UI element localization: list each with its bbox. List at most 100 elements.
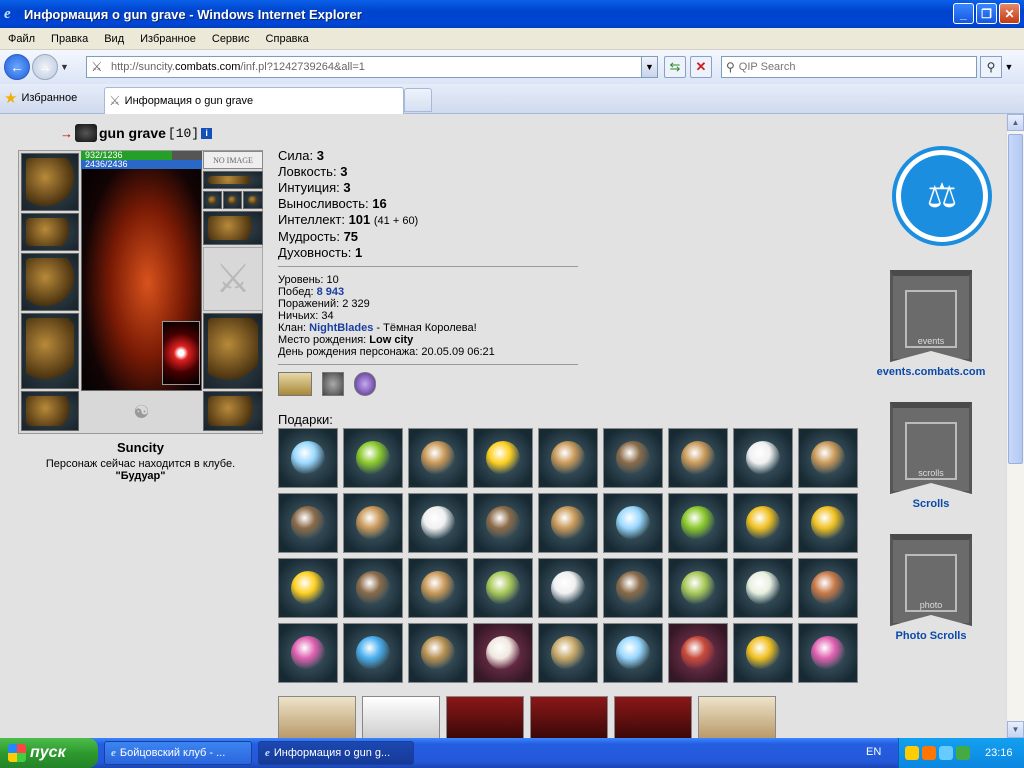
pants-slot[interactable] bbox=[203, 313, 263, 389]
gift-blue[interactable] bbox=[603, 493, 663, 553]
gift-bell[interactable] bbox=[733, 493, 793, 553]
maximize-button[interactable]: ❐ bbox=[976, 3, 997, 24]
gift-bronze[interactable] bbox=[343, 493, 403, 553]
ring-slot-1[interactable] bbox=[203, 191, 222, 209]
gift-smiley[interactable] bbox=[278, 558, 338, 618]
gift-hat[interactable] bbox=[798, 558, 858, 618]
gift-penguin[interactable] bbox=[408, 493, 468, 553]
gift-bronze[interactable] bbox=[538, 428, 598, 488]
history-dropdown-icon[interactable]: ▼ bbox=[60, 62, 72, 72]
gift-hedgehog[interactable] bbox=[603, 558, 663, 618]
tray-icon[interactable] bbox=[956, 746, 970, 760]
menu-help[interactable]: Справка bbox=[258, 33, 317, 45]
gift-hedgehog[interactable] bbox=[343, 558, 403, 618]
arrow-icon[interactable]: → bbox=[60, 126, 73, 141]
refresh-button[interactable]: ⇆ bbox=[664, 56, 686, 78]
gift-blue[interactable] bbox=[278, 428, 338, 488]
gift-hedgehog[interactable] bbox=[603, 428, 663, 488]
menu-favorites[interactable]: Избранное bbox=[132, 33, 204, 45]
gift-book[interactable] bbox=[473, 623, 533, 683]
gift-lime[interactable] bbox=[668, 493, 728, 553]
minimize-button[interactable]: _ bbox=[953, 3, 974, 24]
gift-card[interactable] bbox=[614, 696, 692, 738]
address-bar[interactable]: ⚔ http://suncity.combats.com/inf.pl?1242… bbox=[86, 56, 658, 78]
gift-card[interactable] bbox=[530, 696, 608, 738]
armor-slot[interactable] bbox=[21, 313, 79, 389]
justice-scales-icon[interactable]: ⚖ bbox=[892, 146, 992, 246]
gloves-slot[interactable] bbox=[203, 211, 263, 245]
gift-card[interactable] bbox=[446, 696, 524, 738]
orb-item[interactable] bbox=[162, 321, 200, 385]
gift-bronze[interactable] bbox=[408, 428, 468, 488]
menu-tools[interactable]: Сервис bbox=[204, 33, 258, 45]
close-button[interactable]: ✕ bbox=[999, 3, 1020, 24]
events-banner[interactable]: events events.combats.com bbox=[877, 270, 985, 378]
weapon-slot[interactable] bbox=[21, 253, 79, 311]
clan-effect-icon[interactable] bbox=[322, 372, 344, 396]
clan-emblem-icon[interactable] bbox=[75, 124, 97, 142]
ring-slot-3[interactable] bbox=[243, 191, 263, 209]
scroll-up-icon[interactable]: ▲ bbox=[1007, 114, 1024, 131]
gift-bronze[interactable] bbox=[538, 493, 598, 553]
tab-character-info[interactable]: ⚔ Информация о gun grave bbox=[104, 87, 404, 114]
gift-blue[interactable] bbox=[603, 623, 663, 683]
start-button[interactable]: пуск bbox=[0, 738, 98, 768]
gift-penguin[interactable] bbox=[538, 558, 598, 618]
gift-lime[interactable] bbox=[343, 428, 403, 488]
gift-bronze[interactable] bbox=[668, 428, 728, 488]
scroll-thumb[interactable] bbox=[1008, 134, 1023, 464]
menu-file[interactable]: Файл bbox=[0, 33, 43, 45]
tray-icon[interactable] bbox=[905, 746, 919, 760]
gift-card[interactable] bbox=[362, 696, 440, 738]
earring-slot[interactable] bbox=[203, 171, 263, 189]
gift-drum[interactable] bbox=[668, 623, 728, 683]
language-indicator[interactable]: EN bbox=[866, 746, 881, 758]
new-tab-button[interactable] bbox=[404, 88, 432, 112]
search-options-icon[interactable]: ▼ bbox=[1002, 56, 1016, 78]
belt-slot[interactable] bbox=[21, 391, 79, 431]
menu-view[interactable]: Вид bbox=[96, 33, 132, 45]
gift-statue[interactable] bbox=[408, 623, 468, 683]
address-dropdown-icon[interactable]: ▼ bbox=[641, 57, 657, 77]
magic-effect-icon[interactable] bbox=[354, 372, 376, 396]
gift-hedgehog[interactable] bbox=[473, 493, 533, 553]
gift-shield[interactable] bbox=[538, 623, 598, 683]
no-image-slot[interactable]: NO IMAGE bbox=[203, 151, 263, 169]
menu-edit[interactable]: Правка bbox=[43, 33, 96, 45]
empty-weapon-slot-icon[interactable]: ⚔ bbox=[203, 247, 263, 311]
gift-penguin[interactable] bbox=[733, 428, 793, 488]
ring-effect-icon[interactable] bbox=[278, 372, 312, 396]
ring-slot-2[interactable] bbox=[223, 191, 242, 209]
helmet-slot[interactable] bbox=[21, 153, 79, 211]
gift-flower[interactable] bbox=[278, 623, 338, 683]
stop-button[interactable]: ✕ bbox=[690, 56, 712, 78]
gift-card[interactable] bbox=[278, 696, 356, 738]
favorites-button[interactable]: ★ Избранное bbox=[4, 89, 77, 107]
gift-mirror[interactable] bbox=[668, 558, 728, 618]
tray-icon[interactable] bbox=[922, 746, 936, 760]
wins-link[interactable]: 8 943 bbox=[317, 286, 345, 298]
photo-scrolls-banner[interactable]: photo Photo Scrolls bbox=[880, 534, 982, 642]
search-button[interactable]: ⚲ bbox=[980, 56, 1002, 78]
back-button[interactable]: ← bbox=[4, 54, 30, 80]
tray-icon[interactable] bbox=[939, 746, 953, 760]
scrolls-link[interactable]: Scrolls bbox=[913, 498, 950, 510]
gift-ball[interactable] bbox=[733, 558, 793, 618]
search-input[interactable] bbox=[738, 61, 959, 73]
boots-slot[interactable] bbox=[203, 391, 263, 431]
gift-bronze[interactable] bbox=[408, 558, 468, 618]
vertical-scrollbar[interactable]: ▲ ▼ bbox=[1006, 114, 1024, 738]
gift-smiley[interactable] bbox=[473, 428, 533, 488]
events-link[interactable]: events.combats.com bbox=[877, 366, 986, 378]
info-icon[interactable]: i bbox=[201, 127, 213, 139]
address-url[interactable]: http://suncity.combats.com/inf.pl?124273… bbox=[111, 61, 365, 73]
gift-hedgehog[interactable] bbox=[278, 493, 338, 553]
gift-mirror[interactable] bbox=[473, 558, 533, 618]
gift-flower[interactable] bbox=[798, 623, 858, 683]
photo-scrolls-link[interactable]: Photo Scrolls bbox=[896, 630, 967, 642]
taskbar-item-info[interactable]: e Информация о gun g... bbox=[258, 741, 414, 765]
gift-rose[interactable] bbox=[733, 623, 793, 683]
scroll-down-icon[interactable]: ▼ bbox=[1007, 721, 1024, 738]
clan-link[interactable]: NightBlades bbox=[309, 322, 373, 334]
taskbar-item-fight-club[interactable]: e Бойцовский клуб - ... bbox=[104, 741, 252, 765]
